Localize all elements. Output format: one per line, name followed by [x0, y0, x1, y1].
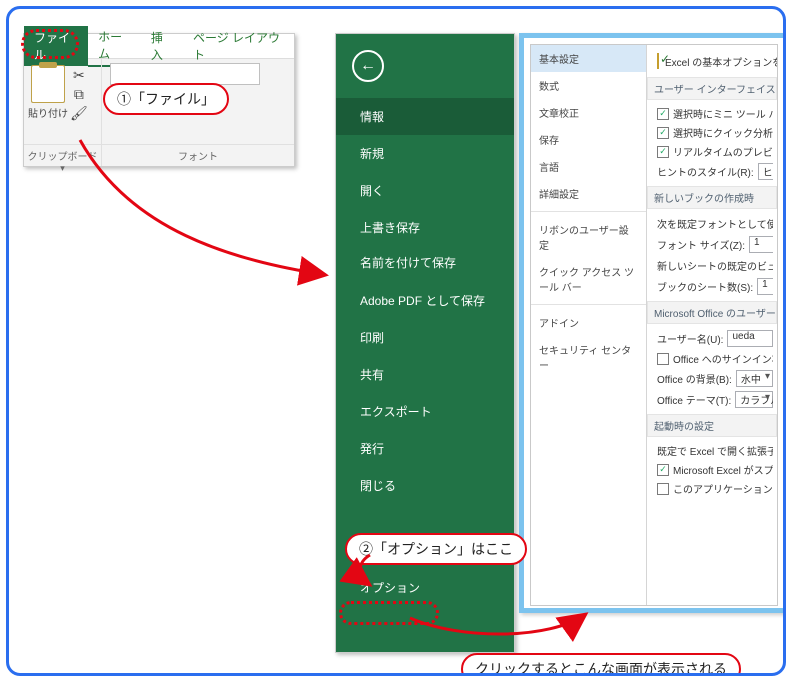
bs-item-saveas[interactable]: 名前を付けて保存	[336, 246, 514, 282]
cb-quick-analysis[interactable]: ✓	[657, 127, 669, 139]
bs-item-publish[interactable]: 発行	[336, 430, 514, 467]
optcat-language[interactable]: 言語	[531, 153, 646, 180]
bs-item-print[interactable]: 印刷	[336, 319, 514, 356]
copy-icon[interactable]: ⧉	[70, 86, 88, 103]
bs-item-save[interactable]: 上書き保存	[336, 209, 514, 246]
back-arrow-icon[interactable]: ←	[352, 50, 384, 82]
section-startup: 起動時の設定	[647, 414, 777, 437]
tutorial-frame: ファイル ホーム 挿入 ページ レイアウト 貼り付け ✂ ⧉ 🖌	[6, 6, 786, 676]
optcat-trust[interactable]: セキュリティ センター	[531, 336, 646, 378]
optcat-save[interactable]: 保存	[531, 126, 646, 153]
dd-hint-style[interactable]: ヒントに機能の	[758, 163, 773, 180]
options-title-icon	[657, 53, 659, 69]
callout-3-result: クリックするとこんな画面が表示される	[461, 653, 741, 676]
bs-item-share[interactable]: 共有	[336, 356, 514, 393]
paste-icon[interactable]	[31, 65, 65, 103]
cut-icon[interactable]: ✂	[70, 67, 88, 84]
cb-default-spreadsheet[interactable]: ✓	[657, 464, 669, 476]
bs-item-open[interactable]: 開く	[336, 172, 514, 209]
bs-item-close[interactable]: 閉じる	[336, 467, 514, 504]
options-main-panel: Excel の基本オプションを設 ユーザー インターフェイスのオプション ✓選択…	[647, 45, 777, 605]
section-office-user: Microsoft Office のユーザー設定	[647, 301, 777, 324]
font-name-combo[interactable]	[110, 63, 260, 85]
highlight-file-tab	[21, 29, 79, 59]
optcat-advanced[interactable]: 詳細設定	[531, 180, 646, 207]
dd-office-bg[interactable]: 水中	[736, 370, 773, 387]
input-sheet-count[interactable]: 1	[757, 278, 773, 295]
input-username[interactable]: ueda	[727, 330, 773, 347]
cb-start-screen[interactable]	[657, 483, 669, 495]
optcat-addins[interactable]: アドイン	[531, 309, 646, 336]
cb-live-preview[interactable]: ✓	[657, 146, 669, 158]
optcat-ribbon[interactable]: リボンのユーザー設定	[531, 216, 646, 258]
highlight-options	[339, 601, 439, 625]
dd-font-size[interactable]: 1	[749, 236, 773, 253]
paste-label: 貼り付け	[28, 105, 68, 120]
dd-office-theme[interactable]: カラフル	[735, 391, 773, 408]
options-title: Excel の基本オプションを設	[665, 54, 777, 69]
group-clipboard: 貼り付け ✂ ⧉ 🖌	[24, 59, 102, 144]
callout-1-file: ①「ファイル」	[103, 83, 229, 115]
callout-2-options: ②「オプション」はここ	[345, 533, 527, 565]
cb-office-signin[interactable]	[657, 353, 669, 365]
optcat-qat[interactable]: クイック アクセス ツール バー	[531, 258, 646, 300]
optcat-general[interactable]: 基本設定	[531, 45, 646, 72]
section-ui: ユーザー インターフェイスのオプション	[647, 77, 777, 100]
group-label-clipboard: クリップボード ▾	[24, 144, 102, 166]
options-category-list: 基本設定 数式 文章校正 保存 言語 詳細設定 リボンのユーザー設定 クイック …	[531, 45, 647, 605]
section-newbook: 新しいブックの作成時	[647, 186, 777, 209]
optcat-formulas[interactable]: 数式	[531, 72, 646, 99]
bs-item-new[interactable]: 新規	[336, 135, 514, 172]
group-label-font: フォント	[102, 144, 294, 166]
optcat-proofing[interactable]: 文章校正	[531, 99, 646, 126]
excel-options-dialog: 基本設定 数式 文章校正 保存 言語 詳細設定 リボンのユーザー設定 クイック …	[519, 33, 786, 613]
cb-mini-toolbar[interactable]: ✓	[657, 108, 669, 120]
bs-item-export[interactable]: エクスポート	[336, 393, 514, 430]
format-painter-icon[interactable]: 🖌	[70, 105, 88, 122]
bs-item-info[interactable]: 情報	[336, 98, 514, 135]
bs-item-adobe-pdf[interactable]: Adobe PDF として保存	[336, 282, 514, 319]
